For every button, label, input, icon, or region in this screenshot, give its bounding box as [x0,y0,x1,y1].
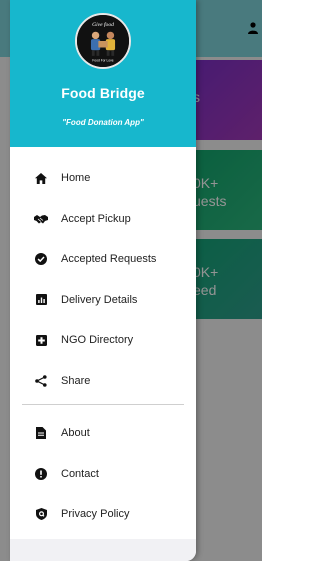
menu-item-about[interactable]: About [10,413,196,454]
menu-item-label: Accepted Requests [61,253,157,266]
svg-text:Give food: Give food [92,21,114,28]
drawer-menu: Home Accept Pickup Accepted Requests Del… [10,158,196,535]
menu-item-label: Delivery Details [61,293,138,306]
menu-item-home[interactable]: Home [10,158,196,199]
chart-icon [34,293,48,307]
drawer-header: Give food Food For Love Food Bridge "Foo… [10,0,196,147]
svg-text:Food For Love: Food For Love [92,58,113,62]
menu-item-delivery-details[interactable]: Delivery Details [10,280,196,321]
logo-illustration: Give food Food For Love [77,15,129,67]
menu-item-label: Privacy Policy [61,508,130,521]
menu-item-label: Contact [61,467,99,480]
check-circle-icon [34,252,48,266]
menu-item-label: NGO Directory [61,334,134,347]
menu-item-ngo-directory[interactable]: NGO Directory [10,320,196,361]
drawer-footer [10,539,196,561]
menu-divider [22,404,184,405]
menu-item-label: Home [61,172,91,185]
navigation-drawer: Give food Food For Love Food Bridge "Foo… [10,0,196,561]
menu-item-privacy-policy[interactable]: Privacy Policy [10,494,196,535]
menu-item-contact[interactable]: Contact [10,454,196,495]
document-icon [34,426,48,440]
handshake-icon [34,212,48,226]
menu-item-label: About [61,427,90,440]
app-name: Food Bridge [61,85,145,101]
alert-icon [34,467,48,481]
menu-item-label: Share [61,374,91,387]
share-icon [34,374,48,388]
menu-item-label: Accept Pickup [61,212,131,225]
menu-item-share[interactable]: Share [10,361,196,402]
menu-item-accepted-requests[interactable]: Accepted Requests [10,239,196,280]
shield-icon [34,507,48,521]
app-logo: Give food Food For Love [75,13,131,69]
home-icon [34,171,48,185]
app-tagline: "Food Donation App" [62,118,144,127]
menu-item-accept-pickup[interactable]: Accept Pickup [10,199,196,240]
medical-plus-icon [34,333,48,347]
